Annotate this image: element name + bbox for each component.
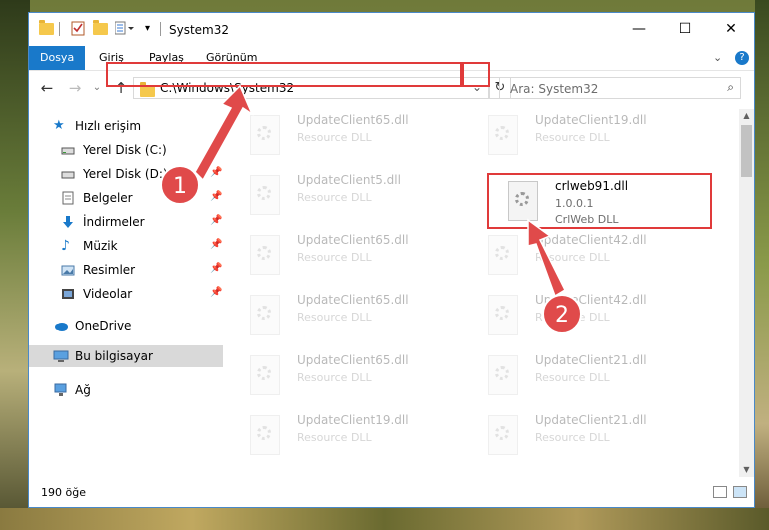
step-2-badge: 2 <box>542 294 582 334</box>
annotation-arrows <box>194 84 566 298</box>
arrow-to-file <box>527 218 566 298</box>
step-1-badge: 1 <box>160 165 200 205</box>
arrow-to-address <box>194 84 254 182</box>
